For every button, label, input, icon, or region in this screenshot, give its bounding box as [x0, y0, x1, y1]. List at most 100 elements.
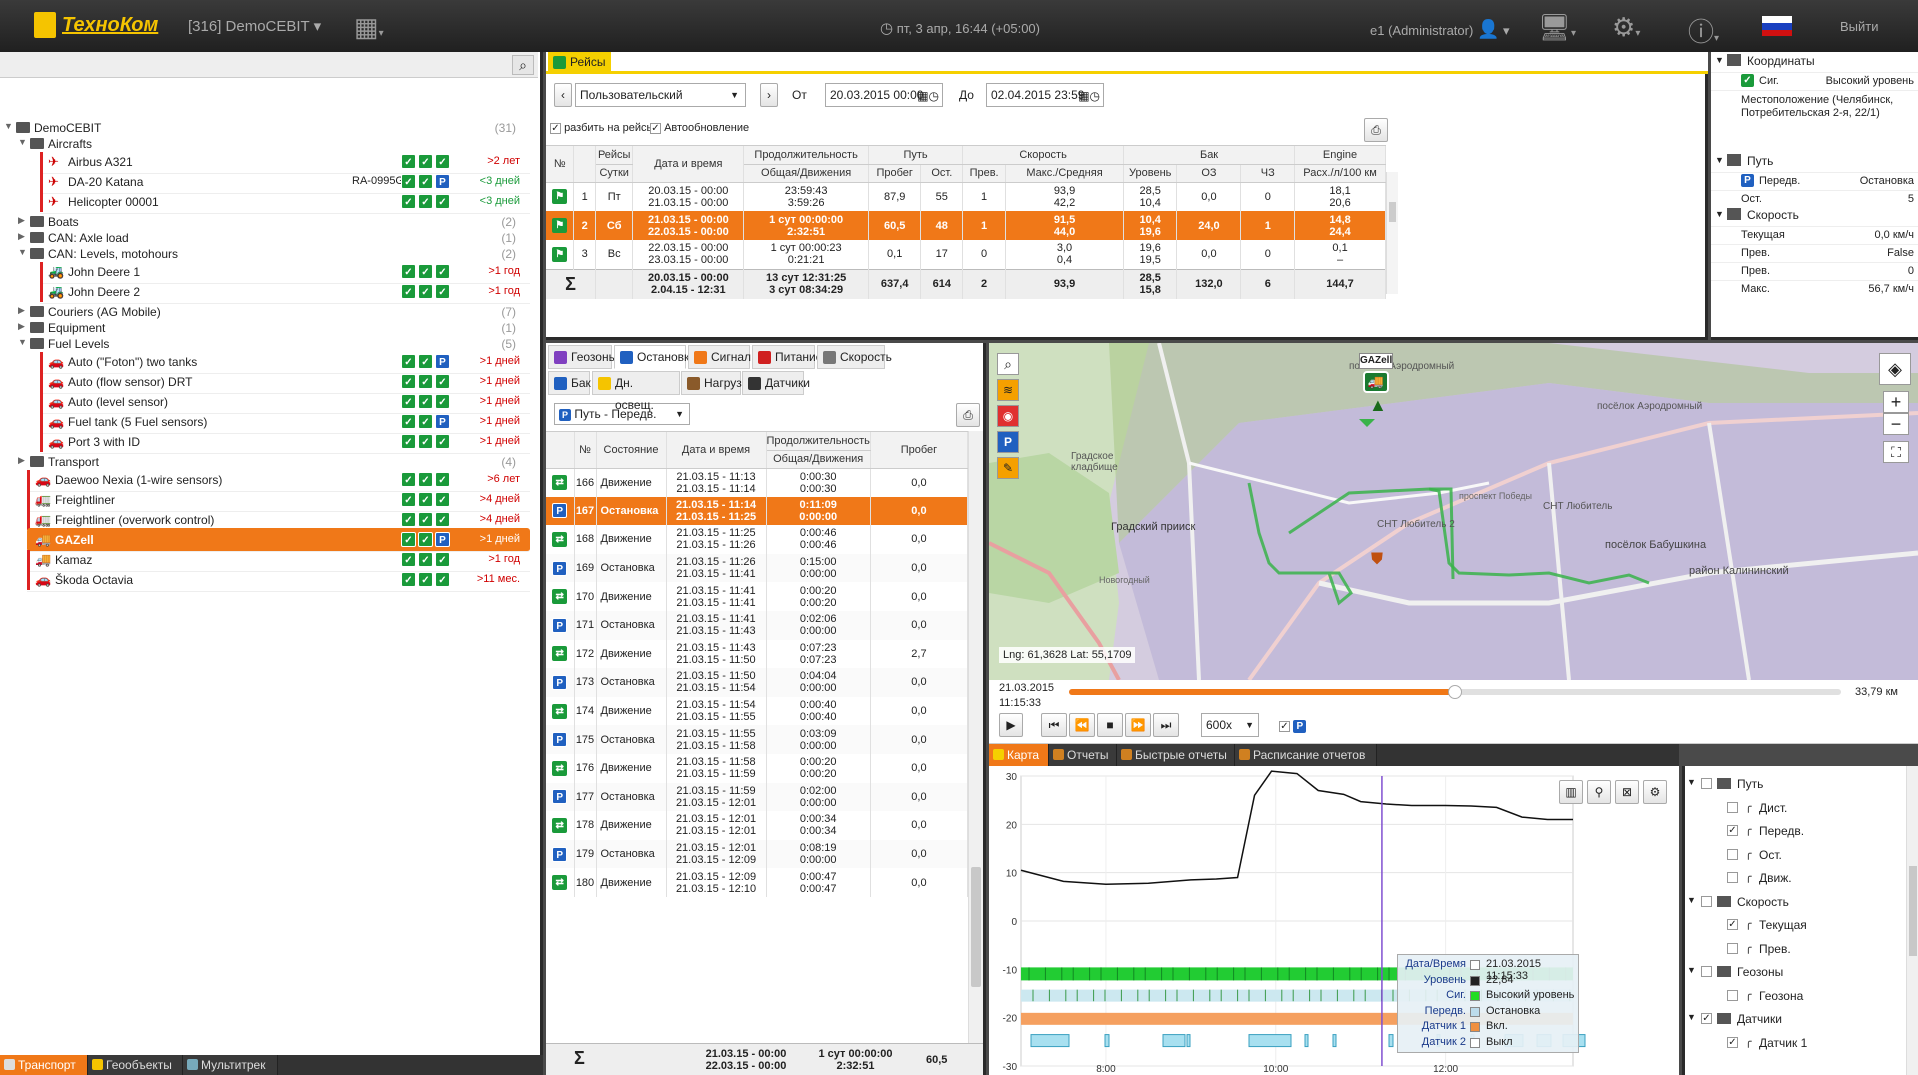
search-bar[interactable]: ⌕: [0, 52, 538, 78]
stops-tab[interactable]: Бак: [548, 371, 591, 395]
gear-icon[interactable]: ⚙▾: [1612, 12, 1640, 43]
trip-row[interactable]: ⚑ 1 Пт 20.03.15 - 00:00 21.03.15 - 00:00 23:5…: [546, 182, 1386, 211]
from-date-input[interactable]: 20.03.2015 00:00 ▦◷: [825, 83, 943, 107]
chart-config-icon[interactable]: ⚙: [1643, 780, 1667, 804]
tab-map[interactable]: Карта: [989, 744, 1049, 766]
trip-row[interactable]: ⚑ 3 Вс 22.03.15 - 00:00 23.03.15 - 00:00 1 су…: [546, 240, 1386, 269]
checkbox[interactable]: ✓: [1727, 919, 1738, 930]
caret-down-icon[interactable]: ▼: [18, 137, 28, 147]
speed-select[interactable]: 600x ▼: [1201, 713, 1259, 737]
legend-item[interactable]: ✓ ╭ Передв.: [1685, 821, 1918, 844]
stop-row[interactable]: P 175 Остановка 21.03.15 - 11:55 21.03.15 - …: [546, 725, 968, 754]
print-icon[interactable]: ⎙: [956, 403, 980, 427]
stop-row[interactable]: ⇄ 178 Движение 21.03.15 - 12:01 21.03.15 - 1…: [546, 811, 968, 840]
calendar-icon[interactable]: ▦◷: [1078, 85, 1100, 107]
checkbox[interactable]: [1701, 895, 1712, 907]
checkbox[interactable]: ✓: [1279, 721, 1290, 732]
map-search-icon[interactable]: ⌕: [997, 353, 1019, 375]
caret-right-icon[interactable]: ▶: [18, 321, 28, 332]
to-date-input[interactable]: 02.04.2015 23:59 ▦◷: [986, 83, 1104, 107]
checkbox[interactable]: [1727, 848, 1738, 860]
stop-row[interactable]: ⇄ 172 Движение 21.03.15 - 11:43 21.03.15 - 1…: [546, 639, 968, 669]
stop-row[interactable]: ⇄ 176 Движение 21.03.15 - 11:58 21.03.15 - 1…: [546, 753, 968, 783]
truck-marker-icon[interactable]: 🚚: [1363, 371, 1389, 393]
stop-row[interactable]: ⇄ 180 Движение 21.03.15 - 12:09 21.03.15 - 1…: [546, 868, 968, 897]
stop-row[interactable]: P 173 Остановка 21.03.15 - 11:50 21.03.15 - …: [546, 668, 968, 697]
checkbox[interactable]: ✓: [1727, 825, 1738, 836]
event-tool-icon[interactable]: ◉: [997, 405, 1019, 427]
stops-tab[interactable]: Геозоны: [548, 345, 617, 369]
stop-icon[interactable]: ■: [1097, 713, 1123, 737]
checkbox[interactable]: [1727, 872, 1738, 883]
chart-settings-icon[interactable]: ▥: [1559, 780, 1583, 804]
layers-icon[interactable]: ◈: [1879, 353, 1911, 385]
monitor-icon[interactable]: 🖥▾: [1538, 12, 1576, 43]
stops-scrollbar[interactable]: [968, 431, 983, 1043]
user-menu[interactable]: e1 (Administrator) 👤 ▾: [1370, 19, 1510, 40]
legend-group[interactable]: ▼ ✓ Датчики: [1685, 1009, 1918, 1032]
logout-button[interactable]: Выйти: [1840, 19, 1879, 34]
tab-trips[interactable]: Рейсы: [548, 52, 612, 72]
autoupdate-option[interactable]: ✓ Автообновление: [650, 122, 749, 134]
caret-down-icon[interactable]: ▼: [1687, 895, 1696, 905]
stop-row[interactable]: ⇄ 168 Движение 21.03.15 - 11:25 21.03.15 - 1…: [546, 525, 968, 554]
stops-tab[interactable]: Дн. освещ.: [592, 371, 680, 412]
zoom-in-icon[interactable]: +: [1883, 391, 1909, 413]
checkbox[interactable]: ✓: [550, 123, 561, 134]
unit-row[interactable]: 🚗 Port 3 with ID ✓ ✓ ✓ >1 дней: [40, 430, 530, 454]
skip-end-icon[interactable]: ⏭: [1153, 713, 1179, 737]
tab-multitrack[interactable]: Мультитрек: [183, 1055, 278, 1075]
checkbox[interactable]: [1727, 989, 1738, 1001]
stop-row[interactable]: P 171 Остановка 21.03.15 - 11:41 21.03.15 - …: [546, 610, 968, 640]
checkbox[interactable]: ✓: [1727, 1036, 1738, 1048]
caret-down-icon[interactable]: ▼: [1687, 1012, 1696, 1022]
trip-row[interactable]: ⚑ 2 Сб 21.03.15 - 00:00 22.03.15 - 00:00 1 су…: [546, 211, 1386, 240]
legend-scrollbar[interactable]: [1906, 766, 1918, 1075]
fullscreen-icon[interactable]: ⛶: [1883, 441, 1909, 463]
period-select[interactable]: Пользовательский ▼: [575, 83, 746, 107]
legend-group[interactable]: ▼ Геозоны: [1685, 962, 1918, 985]
tracks-tool-icon[interactable]: ≋: [997, 379, 1019, 401]
caret-down-icon[interactable]: ▼: [1715, 55, 1724, 65]
checkbox[interactable]: [1701, 966, 1712, 977]
legend-item[interactable]: ╭ Дист.: [1685, 798, 1918, 821]
checkbox[interactable]: [1727, 942, 1738, 954]
checkbox[interactable]: [1727, 801, 1738, 813]
caret-down-icon[interactable]: ▼: [1715, 155, 1724, 165]
search-icon[interactable]: ⌕: [512, 55, 534, 75]
zoom-out-icon[interactable]: −: [1883, 413, 1909, 435]
stops-tab[interactable]: Остановки: [614, 345, 696, 369]
legend-item[interactable]: ╭ Ост.: [1685, 845, 1918, 868]
stops-tab[interactable]: Питание: [752, 345, 822, 369]
caret-down-icon[interactable]: ▼: [1687, 965, 1696, 975]
next-period-button[interactable]: ›: [760, 83, 778, 107]
stops-tab[interactable]: Датчики: [742, 371, 810, 395]
legend-item[interactable]: ✓ ╭ Текущая: [1685, 915, 1918, 938]
step-back-icon[interactable]: ⏪: [1069, 713, 1095, 737]
legend-item[interactable]: ╭ Геозона: [1685, 986, 1918, 1009]
chart-zoom-icon[interactable]: ⚲: [1587, 780, 1611, 804]
map-canvas[interactable]: [989, 343, 1918, 680]
account-selector[interactable]: [316] DemoCEBIT ▾: [188, 17, 321, 35]
stop-row[interactable]: ⇄ 166 Движение 21.03.15 - 11:13 21.03.15 - 1…: [546, 468, 968, 497]
calendar-icon[interactable]: ▦◷: [917, 85, 939, 107]
unit-row[interactable]: 🚜 John Deere 2 ✓ ✓ ✓ >1 год: [40, 280, 530, 304]
skip-start-icon[interactable]: ⏮: [1041, 713, 1067, 737]
caret-right-icon[interactable]: ▶: [18, 455, 28, 466]
stop-row[interactable]: P 167 Остановка 21.03.15 - 11:14 21.03.15 - …: [546, 496, 968, 526]
caret-down-icon[interactable]: ▼: [18, 337, 28, 347]
stops-tab[interactable]: Скорость: [817, 345, 892, 369]
print-icon[interactable]: ⎙: [1364, 118, 1388, 142]
tab-quick-reports[interactable]: Быстрые отчеты: [1117, 744, 1235, 766]
caret-down-icon[interactable]: ▼: [4, 121, 14, 131]
legend-item[interactable]: ✓ ╭ Датчик 1: [1685, 1033, 1918, 1056]
legend-item[interactable]: ╭ Движ.: [1685, 868, 1918, 891]
prev-period-button[interactable]: ‹: [554, 83, 572, 107]
stop-row[interactable]: P 177 Остановка 21.03.15 - 11:59 21.03.15 - …: [546, 782, 968, 812]
step-forward-icon[interactable]: ⏩: [1125, 713, 1151, 737]
checkbox[interactable]: ✓: [1701, 1013, 1712, 1024]
stop-row[interactable]: P 169 Остановка 21.03.15 - 11:26 21.03.15 - …: [546, 553, 968, 583]
ruler-tool-icon[interactable]: ✎: [997, 457, 1019, 479]
trips-scrollbar[interactable]: [1386, 172, 1398, 294]
caret-down-icon[interactable]: ▼: [1687, 777, 1696, 787]
